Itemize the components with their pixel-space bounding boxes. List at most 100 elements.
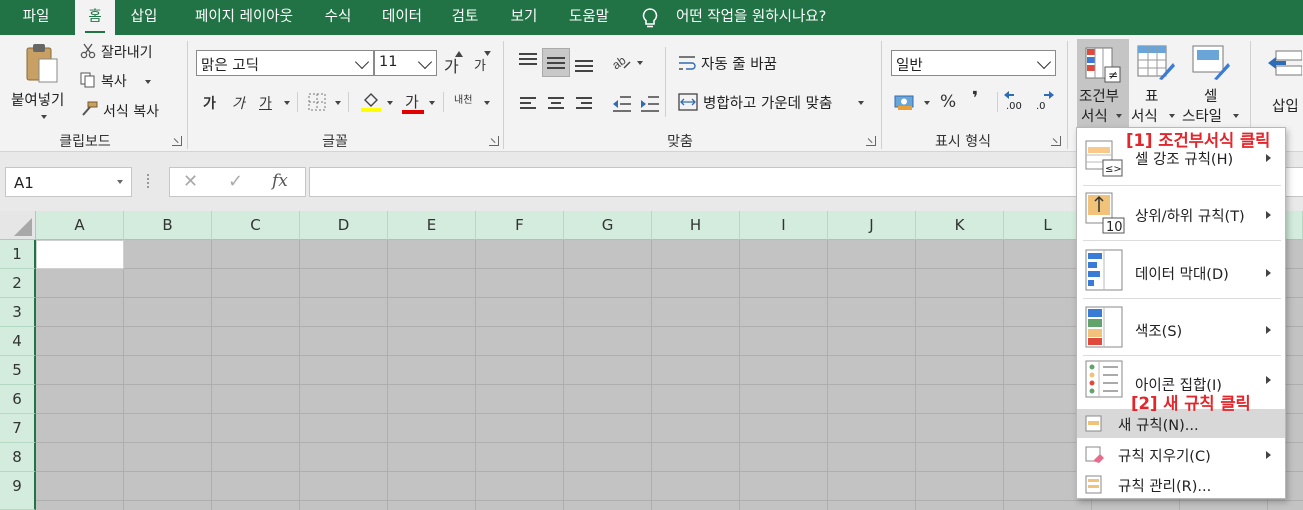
row-header[interactable]: 8 bbox=[0, 443, 36, 472]
underline-dropdown-icon[interactable] bbox=[284, 101, 290, 105]
decrease-decimal-button[interactable]: .0 bbox=[1034, 89, 1058, 115]
alignment-launcher-icon[interactable] bbox=[866, 136, 876, 146]
tab-page-layout[interactable]: 페이지 레이아웃 bbox=[178, 0, 310, 35]
row-header[interactable]: 6 bbox=[0, 385, 36, 414]
comma-button[interactable]: ❜ bbox=[972, 88, 978, 109]
shrink-font-button[interactable]: 가 bbox=[474, 55, 486, 74]
name-box-dropdown-icon[interactable] bbox=[117, 180, 123, 184]
font-color-dropdown-icon[interactable] bbox=[429, 101, 435, 105]
insert-cells-button[interactable]: 삽입 bbox=[1262, 43, 1303, 125]
percent-button[interactable]: % bbox=[940, 92, 956, 112]
number-launcher-icon[interactable] bbox=[1051, 136, 1061, 146]
column-header[interactable]: A bbox=[36, 211, 124, 240]
orientation-dropdown-icon[interactable] bbox=[637, 61, 643, 65]
lightbulb-icon[interactable] bbox=[640, 7, 660, 29]
font-color-button[interactable]: 가 bbox=[405, 91, 419, 112]
column-header[interactable]: C bbox=[212, 211, 300, 240]
font-size-select[interactable]: 11 bbox=[374, 50, 437, 76]
row-header[interactable]: 3 bbox=[0, 298, 36, 327]
decrease-indent-icon[interactable] bbox=[612, 95, 632, 113]
row-header[interactable]: 2 bbox=[0, 269, 36, 298]
cut-button[interactable]: 잘라내기 bbox=[101, 42, 153, 62]
format-painter-button[interactable]: 서식 복사 bbox=[103, 101, 159, 121]
column-header[interactable]: B bbox=[124, 211, 212, 240]
tab-review[interactable]: 검토 bbox=[443, 0, 487, 35]
tab-data[interactable]: 데이터 bbox=[373, 0, 431, 35]
row-header[interactable]: 5 bbox=[0, 356, 36, 385]
orientation-icon[interactable]: ab bbox=[610, 50, 632, 72]
wrap-text-icon[interactable] bbox=[678, 54, 696, 72]
fill-color-dropdown-icon[interactable] bbox=[387, 101, 393, 105]
scissors-icon[interactable] bbox=[80, 43, 96, 59]
phonetic-button[interactable]: 내천 bbox=[454, 91, 472, 106]
tell-me-search[interactable]: 어떤 작업을 원하시나요? bbox=[676, 0, 826, 35]
borders-dropdown-icon[interactable] bbox=[335, 101, 341, 105]
font-launcher-icon[interactable] bbox=[489, 136, 499, 146]
column-header[interactable]: H bbox=[652, 211, 740, 240]
format-as-table-button[interactable]: 표 서식 bbox=[1131, 43, 1179, 125]
borders-icon[interactable] bbox=[308, 93, 326, 111]
menu-item-color-scales[interactable]: 색조(S) bbox=[1077, 302, 1285, 354]
italic-button[interactable]: 가 bbox=[232, 93, 245, 113]
copy-button[interactable]: 복사 bbox=[101, 71, 127, 91]
align-top-icon[interactable] bbox=[519, 53, 537, 68]
align-left-icon[interactable] bbox=[520, 97, 536, 112]
align-center-icon[interactable] bbox=[548, 97, 564, 112]
row-header[interactable]: 1 bbox=[0, 240, 36, 269]
align-right-icon[interactable] bbox=[576, 97, 592, 112]
active-cell-a1[interactable] bbox=[36, 240, 124, 269]
increase-indent-icon[interactable] bbox=[640, 95, 660, 113]
merge-center-button[interactable]: 병합하고 가운데 맞춤 bbox=[703, 92, 832, 113]
menu-item-manage-rules[interactable]: 규칙 관리(R)... bbox=[1077, 470, 1285, 499]
insert-function-icon[interactable]: fx bbox=[272, 171, 288, 191]
cancel-icon[interactable]: ✕ bbox=[183, 171, 198, 192]
menu-label: 셀 강조 규칙(H) bbox=[1135, 152, 1234, 168]
name-box[interactable]: A1 bbox=[5, 167, 132, 197]
row-header[interactable]: 4 bbox=[0, 327, 36, 356]
menu-item-data-bars[interactable]: 데이터 막대(D) bbox=[1077, 245, 1285, 297]
format-painter-icon[interactable] bbox=[80, 101, 98, 117]
select-all-button[interactable] bbox=[0, 211, 36, 240]
new-rule-icon bbox=[1085, 415, 1102, 432]
column-header[interactable]: F bbox=[476, 211, 564, 240]
fill-color-icon[interactable] bbox=[360, 91, 382, 113]
tab-home[interactable]: 홈 bbox=[75, 0, 115, 35]
tab-insert[interactable]: 삽입 bbox=[122, 0, 166, 35]
tab-file[interactable]: 파일 bbox=[10, 0, 62, 35]
paste-button[interactable]: 붙여넣기 bbox=[8, 39, 74, 129]
align-bottom-icon[interactable] bbox=[575, 60, 593, 75]
font-name-select[interactable]: 맑은 고딕 bbox=[196, 50, 374, 76]
tab-view[interactable]: 보기 bbox=[500, 0, 548, 35]
underline-button[interactable]: 가 bbox=[259, 93, 272, 113]
column-header[interactable]: G bbox=[564, 211, 652, 240]
clipboard-launcher-icon[interactable] bbox=[172, 136, 182, 146]
column-header[interactable]: E bbox=[388, 211, 476, 240]
increase-decimal-button[interactable]: .00 bbox=[1004, 89, 1028, 115]
copy-icon[interactable] bbox=[80, 72, 96, 88]
menu-item-clear-rules[interactable]: 규칙 지우기(C) bbox=[1077, 440, 1285, 469]
merge-center-icon[interactable] bbox=[678, 93, 698, 111]
enter-icon[interactable]: ✓ bbox=[228, 171, 243, 192]
column-header[interactable]: K bbox=[916, 211, 1004, 240]
cell-styles-button[interactable]: 셀 스타일 bbox=[1182, 43, 1240, 125]
row-header[interactable]: 7 bbox=[0, 414, 36, 443]
column-header[interactable]: I bbox=[740, 211, 828, 240]
bold-button[interactable]: 가 bbox=[203, 93, 216, 113]
merge-dropdown-icon[interactable] bbox=[858, 101, 864, 105]
conditional-formatting-button[interactable]: ≠ 조건부 서식 bbox=[1077, 39, 1129, 127]
number-format-select[interactable]: 일반 bbox=[891, 50, 1056, 76]
tab-formulas[interactable]: 수식 bbox=[317, 0, 359, 35]
menu-item-top-bottom-rules[interactable]: 10 상위/하위 규칙(T) bbox=[1077, 188, 1285, 240]
phonetic-dropdown-icon[interactable] bbox=[484, 101, 490, 105]
align-middle-button[interactable] bbox=[542, 48, 570, 77]
paste-dropdown-icon[interactable] bbox=[41, 115, 47, 119]
splitter-handle[interactable] bbox=[147, 174, 150, 188]
wrap-text-button[interactable]: 자동 줄 바꿈 bbox=[701, 53, 777, 74]
currency-dropdown-icon[interactable] bbox=[924, 101, 930, 105]
currency-icon[interactable] bbox=[894, 93, 916, 111]
column-header[interactable]: J bbox=[828, 211, 916, 240]
row-header[interactable]: 9 bbox=[0, 472, 36, 510]
tab-help[interactable]: 도움말 bbox=[560, 0, 618, 35]
copy-dropdown-icon[interactable] bbox=[145, 80, 151, 84]
column-header[interactable]: D bbox=[300, 211, 388, 240]
